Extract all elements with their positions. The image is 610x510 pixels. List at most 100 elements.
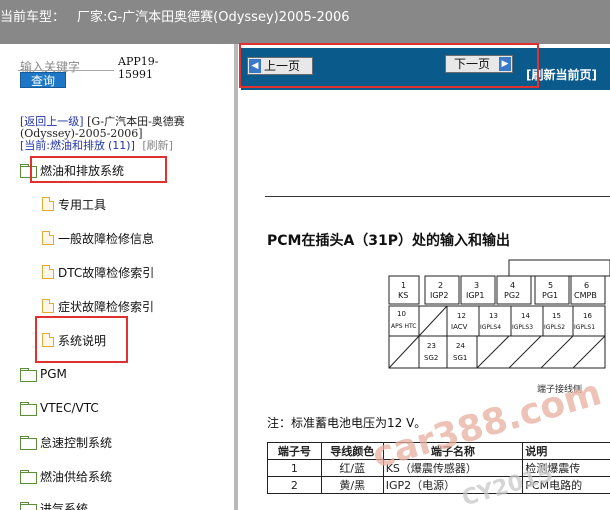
current-suffix: ] (130, 139, 135, 152)
tree-item-label: 燃油和排放系统 (40, 163, 125, 178)
pin-signal: IGPLS1 (574, 324, 595, 331)
pin-number: 5 (548, 281, 553, 290)
current-vehicle: 当前车型： 厂家:G-广汽本田奥德赛(Odyssey)2005-2006 (0, 6, 350, 25)
pin-number: 10 (397, 310, 406, 318)
tree-item-folder[interactable]: 怠速控制系统 (20, 433, 112, 451)
next-page-label: 下一页 (454, 57, 491, 71)
left-panel: 输入关键字 查询 APP19-15991 [返回上一级] [G-广汽本田-奥德赛… (0, 44, 238, 510)
next-page-button[interactable]: 下一页 ▶ (445, 55, 513, 73)
table-header: 端子号 (267, 442, 322, 460)
pin-number: 4 (510, 281, 515, 290)
pin-number: 3 (474, 281, 479, 290)
tree-item-label: 症状故障检修索引 (58, 299, 155, 314)
table-cell: 检测爆震传 (522, 459, 610, 477)
document-icon (42, 265, 54, 279)
refresh-current-page-button[interactable]: [刷新当前页] (526, 66, 597, 83)
page-toolbar: ◀ 上一页 下一页 ▶ [刷新当前页] (241, 48, 610, 90)
prev-page-label: 上一页 (264, 59, 301, 73)
tree-item-child[interactable]: DTC故障检修索引 (42, 263, 154, 281)
pin-signal: SG2 (424, 354, 438, 362)
tree-item-label: 系统说明 (58, 333, 107, 348)
folder-icon (20, 470, 37, 484)
pin-signal: PG2 (504, 291, 520, 300)
pin-number: 16 (583, 312, 592, 320)
app-code: APP19-15991 (118, 55, 159, 81)
voltage-note: 注：标准蓄电池电压为12 V。 (267, 416, 427, 430)
tree-item-child[interactable]: 症状故障检修索引 (42, 297, 154, 315)
panel-divider[interactable] (234, 44, 238, 510)
folder-icon (20, 402, 37, 416)
tree-item-folder[interactable]: VTEC/VTC (20, 399, 99, 417)
pin-number: 13 (489, 312, 498, 320)
table-cell: 黄/黑 (320, 476, 384, 494)
table-header-row: 端子号 导线颜色 端子名称 说明 (267, 442, 610, 460)
tree-item-label: 怠速控制系统 (40, 435, 113, 450)
document-panel: ◀ 上一页 下一页 ▶ [刷新当前页] PCM在插头A（31P）处的输入和输出 … (241, 44, 610, 510)
tree-item-label: 进气系统 (40, 501, 89, 510)
tree-item-root[interactable]: 燃油和排放系统 (20, 161, 124, 179)
pin-number: 2 (438, 281, 443, 290)
pin-signal: IGPLS4 (480, 324, 501, 331)
tree-item-label: PGM (40, 367, 67, 381)
document-icon (42, 197, 54, 211)
breadcrumb: [返回上一级] [G-广汽本田-奥德赛(Odyssey)-2005-2006] (20, 116, 230, 140)
table-cell: PCM电路的 (522, 476, 610, 494)
tree-item-label: 一般故障检修信息 (58, 231, 155, 246)
table-cell: 2 (267, 476, 322, 494)
pin-signal: PG1 (542, 291, 558, 300)
arrow-right-icon: ▶ (499, 57, 511, 71)
terminal-table: 端子号 导线颜色 端子名称 说明 1 红/蓝 KS（爆震传感器） 检测爆震传 2… (267, 442, 610, 494)
tree-item-folder[interactable]: 燃油供给系统 (20, 467, 112, 485)
topbar-dot: . (334, 10, 338, 21)
table-header: 导线颜色 (320, 442, 384, 460)
pin-number: 24 (456, 342, 465, 350)
pin-number: 23 (427, 342, 436, 350)
connector-diagram: 1 KS 2 IGP2 3 IGP1 4 PG2 5 PG1 6 CMPB 10… (388, 259, 610, 395)
table-cell: 红/蓝 (320, 459, 384, 477)
document-icon (42, 231, 54, 245)
arrow-left-icon: ◀ (249, 59, 261, 73)
tree-item-child[interactable]: 专用工具 (42, 195, 106, 213)
tree-item-folder[interactable]: PGM (20, 365, 67, 383)
pin-signal: IGPLS3 (512, 324, 533, 331)
folder-icon (20, 436, 37, 450)
table-row: 2 黄/黑 IGP2（电源） PCM电路的 (267, 476, 610, 494)
tree-item-folder[interactable]: 进气系统 (20, 499, 88, 510)
keyword-input[interactable] (18, 70, 114, 71)
folder-icon (20, 368, 37, 382)
prev-page-button[interactable]: ◀ 上一页 (247, 57, 313, 75)
tree-item-child[interactable]: 一般故障检修信息 (42, 229, 154, 247)
table-cell: KS（爆震传感器） (382, 459, 524, 477)
tree-item-child[interactable]: 系统说明 (42, 331, 106, 349)
table-cell: 1 (267, 459, 322, 477)
current-count: (11) (108, 139, 131, 152)
pin-number: 1 (401, 281, 406, 290)
document-icon (42, 333, 54, 347)
refresh-link[interactable]: [刷新] (142, 139, 173, 152)
table-header: 端子名称 (382, 442, 524, 460)
current-vehicle-value: 厂家:G-广汽本田奥德赛(Odyssey)2005-2006 (77, 10, 350, 25)
pin-signal: CMPB (574, 291, 597, 300)
table-header: 说明 (522, 442, 610, 460)
pin-number: 15 (552, 312, 561, 320)
pin-signal: SG1 (453, 354, 467, 362)
pin-number: 6 (584, 281, 589, 290)
current-value: 燃油和排放 (50, 139, 105, 152)
pin-signal: IGP2 (430, 291, 448, 300)
folder-icon (20, 164, 37, 178)
current-location: [当前:燃油和排放 (11)] [刷新] (20, 139, 230, 152)
pin-signal: IACV (451, 323, 468, 331)
pin-signal: KS (398, 291, 408, 300)
pin-signal: IGPLS2 (544, 324, 565, 331)
table-cell: IGP2（电源） (382, 476, 524, 494)
tree-item-label: DTC故障检修索引 (58, 265, 155, 280)
pin-signal: IGP1 (466, 291, 484, 300)
pin-signal: APS HTC (391, 323, 416, 330)
query-button[interactable]: 查询 (20, 72, 66, 88)
harness-side-label: 端子接线侧 (537, 383, 582, 395)
document-icon (42, 299, 54, 313)
pin-number: 14 (521, 312, 530, 320)
top-bar: 当前车型： 厂家:G-广汽本田奥德赛(Odyssey)2005-2006 . (0, 0, 610, 44)
document-title: PCM在插头A（31P）处的输入和输出 (267, 233, 511, 249)
current-prefix: [当前: (20, 139, 50, 152)
